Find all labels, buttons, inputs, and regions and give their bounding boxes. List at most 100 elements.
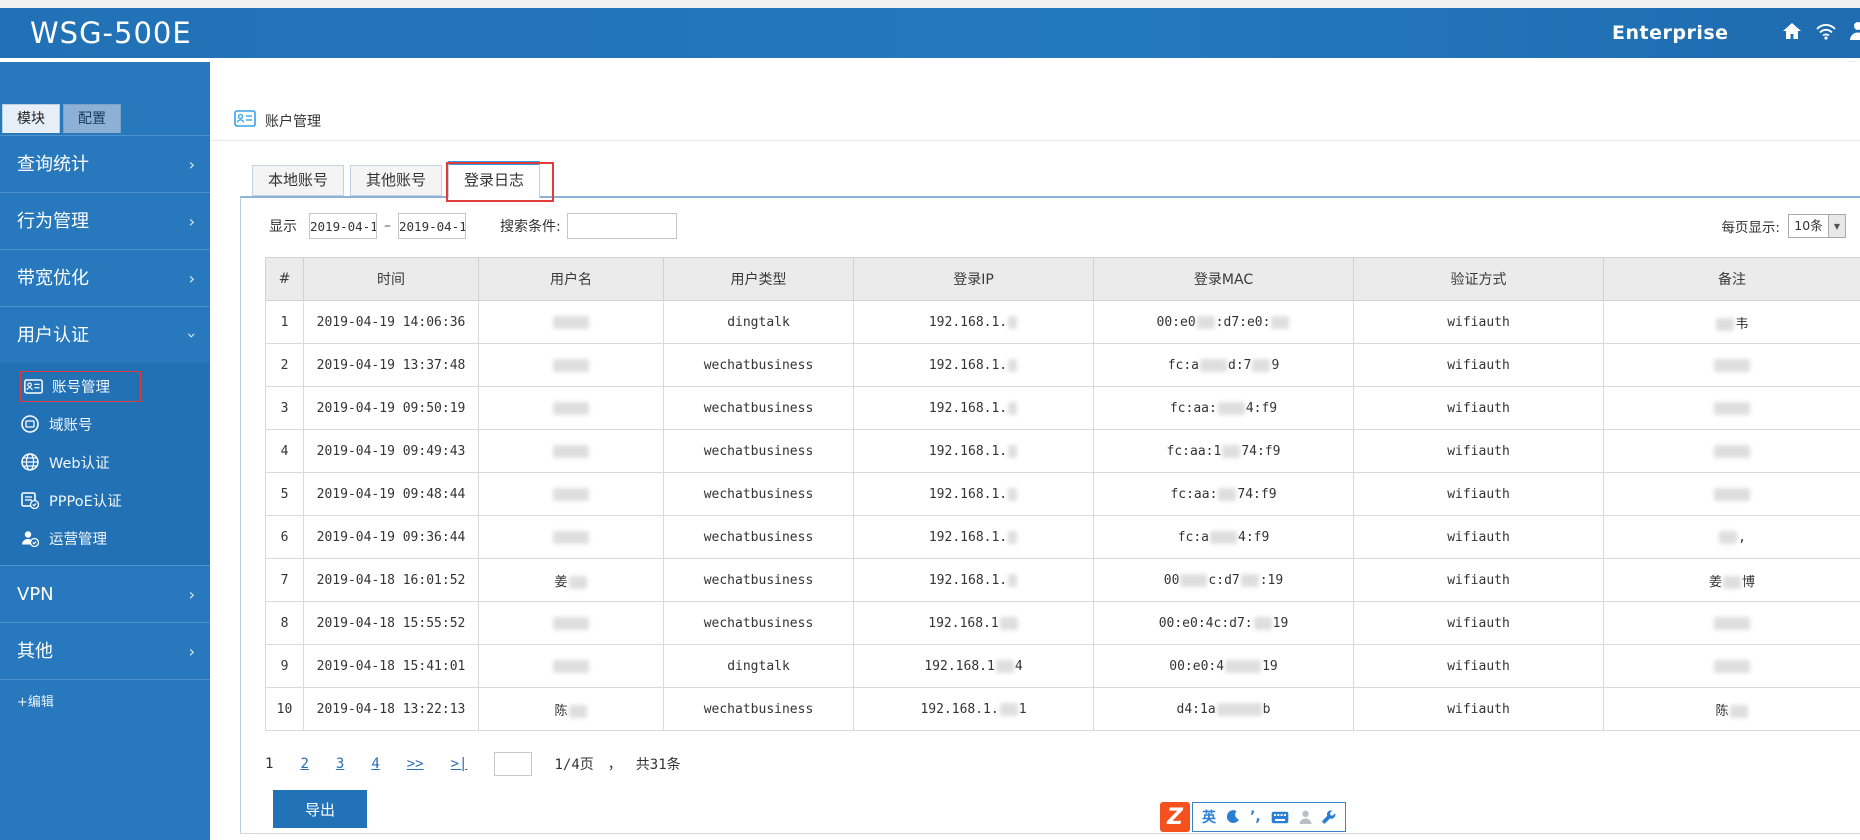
chevron-right-icon: › [189,623,195,680]
wrench-icon[interactable] [1322,810,1336,824]
sidebar-item-bandwidth-opt[interactable]: 带宽优化› [0,249,210,306]
sidebar-item-user-auth[interactable]: 用户认证› [0,306,210,363]
page-last-link[interactable]: >| [451,756,468,772]
table-cell [1604,344,1860,387]
table-row: 52019-04-19 09:48:44wechatbusiness192.16… [266,473,1860,516]
table-cell [1604,473,1860,516]
table-cell: dingtalk [664,301,854,344]
export-button[interactable]: 导出 [273,790,367,828]
page-current: 1 [265,756,273,772]
user-icon[interactable] [1850,21,1860,40]
keyboard-icon[interactable] [1271,811,1289,824]
redacted-text [1714,445,1750,458]
sidebar-item-pppoe-auth[interactable]: PPPoE认证 [0,481,210,519]
sidebar-item-operation-mgmt[interactable]: 运营管理 [0,519,210,557]
ime-mode-button[interactable]: 英 [1202,807,1216,827]
sidebar-item-label: VPN [17,584,54,605]
redacted-text [1714,359,1750,372]
sidebar-item-label: 用户认证 [17,325,89,346]
sidebar-item-other[interactable]: 其他› [0,622,210,679]
table-cell: 2019-04-19 09:36:44 [304,516,479,559]
ime-bar: Z 英 ’, [1160,802,1346,832]
table-cell [1604,387,1860,430]
page-link-2[interactable]: 2 [300,756,308,772]
wifi-icon[interactable] [1815,22,1837,40]
table-cell: 6 [266,516,304,559]
table-cell: 192.168.1 [854,602,1094,645]
table-cell: fc:aa:4:f9 [1094,387,1354,430]
tab-其他账号[interactable]: 其他账号 [350,165,442,196]
sidebar-edit-link[interactable]: +编辑 [0,679,210,725]
moon-icon[interactable] [1226,810,1240,824]
table-cell: 192.168.1. [854,559,1094,602]
table-cell: 2019-04-19 09:48:44 [304,473,479,516]
page-jump-input[interactable] [494,752,532,776]
redacted-text [1241,574,1259,587]
table-cell: 4 [266,430,304,473]
sidebar-tab-config[interactable]: 配置 [63,104,121,133]
page-link-4[interactable]: 4 [371,756,379,772]
redacted-text [1000,617,1018,630]
redacted-text [1714,402,1750,415]
table-cell: 00:e0:d7:e0: [1094,301,1354,344]
sidebar-item-vpn[interactable]: VPN› [0,565,210,622]
tab-登录日志[interactable]: 登录日志 [448,161,540,198]
table-row: 102019-04-18 13:22:13陈wechatbusiness192.… [266,688,1860,731]
top-strip [0,0,1860,8]
table-row: 82019-04-18 15:55:52wechatbusiness192.16… [266,602,1860,645]
per-page-select[interactable]: 10条 ▼ [1788,214,1846,238]
operator-icon [20,528,40,548]
redacted-text [1225,660,1261,673]
redacted-text [1008,402,1017,415]
annotation-red-box: 账号管理 [20,371,141,402]
table-cell [479,645,664,688]
divider [210,140,1860,141]
table-cell: 192.168.1. [854,430,1094,473]
table-cell: 10 [266,688,304,731]
per-page-label: 每页显示: [1721,216,1780,236]
table-row: 42019-04-19 09:49:43wechatbusiness192.16… [266,430,1860,473]
table-cell: wechatbusiness [664,516,854,559]
table-cell [479,387,664,430]
redacted-text [553,488,589,501]
table-cell: 姜 [479,559,664,602]
table-cell: 2019-04-18 16:01:52 [304,559,479,602]
sidebar-item-query-stats[interactable]: 查询统计› [0,135,210,192]
sidebar-item-domain-account[interactable]: 域账号 [0,405,210,443]
page-link-3[interactable]: 3 [336,756,344,772]
sogou-logo[interactable]: Z [1160,802,1190,832]
column-header: 用户名 [479,258,664,301]
sidebar-tab-module[interactable]: 模块 [2,104,60,133]
table-cell: 192.168.1. [854,301,1094,344]
chevron-down-icon[interactable]: ▼ [1828,215,1845,237]
punctuation-icon[interactable]: ’, [1250,809,1261,825]
redacted-text [1008,359,1017,372]
home-icon[interactable] [1782,22,1802,40]
date-separator: – [384,218,391,234]
person-icon[interactable] [1299,810,1312,824]
table-cell: 2019-04-19 09:49:43 [304,430,479,473]
redacted-text [1218,488,1236,501]
search-input[interactable] [567,213,677,239]
sidebar-item-account-mgmt[interactable]: 账号管理 [0,367,210,405]
table-cell: 8 [266,602,304,645]
table-cell: wechatbusiness [664,602,854,645]
redacted-text [1008,531,1017,544]
date-to-input[interactable] [398,213,466,239]
date-from-input[interactable] [309,213,377,239]
table-cell: 00:e0:4c:d7:19 [1094,602,1354,645]
table-cell: wechatbusiness [664,473,854,516]
redacted-text [1723,576,1741,589]
table-cell: 192.168.1. [854,344,1094,387]
sidebar-item-behavior-mgmt[interactable]: 行为管理› [0,192,210,249]
redacted-text [1217,703,1262,716]
redacted-text [1200,359,1227,372]
tab-本地账号[interactable]: 本地账号 [252,165,344,196]
sidebar-item-label: PPPoE认证 [49,490,122,511]
ime-toolbar: 英 ’, [1192,802,1346,832]
pagination: 1234>>>|1/4页，共31条 [265,752,695,776]
table-cell: fc:aa:74:f9 [1094,473,1354,516]
sidebar-item-label: 账号管理 [52,376,110,397]
sidebar-item-web-auth[interactable]: Web认证 [0,443,210,481]
page-next-link[interactable]: >> [407,756,424,772]
